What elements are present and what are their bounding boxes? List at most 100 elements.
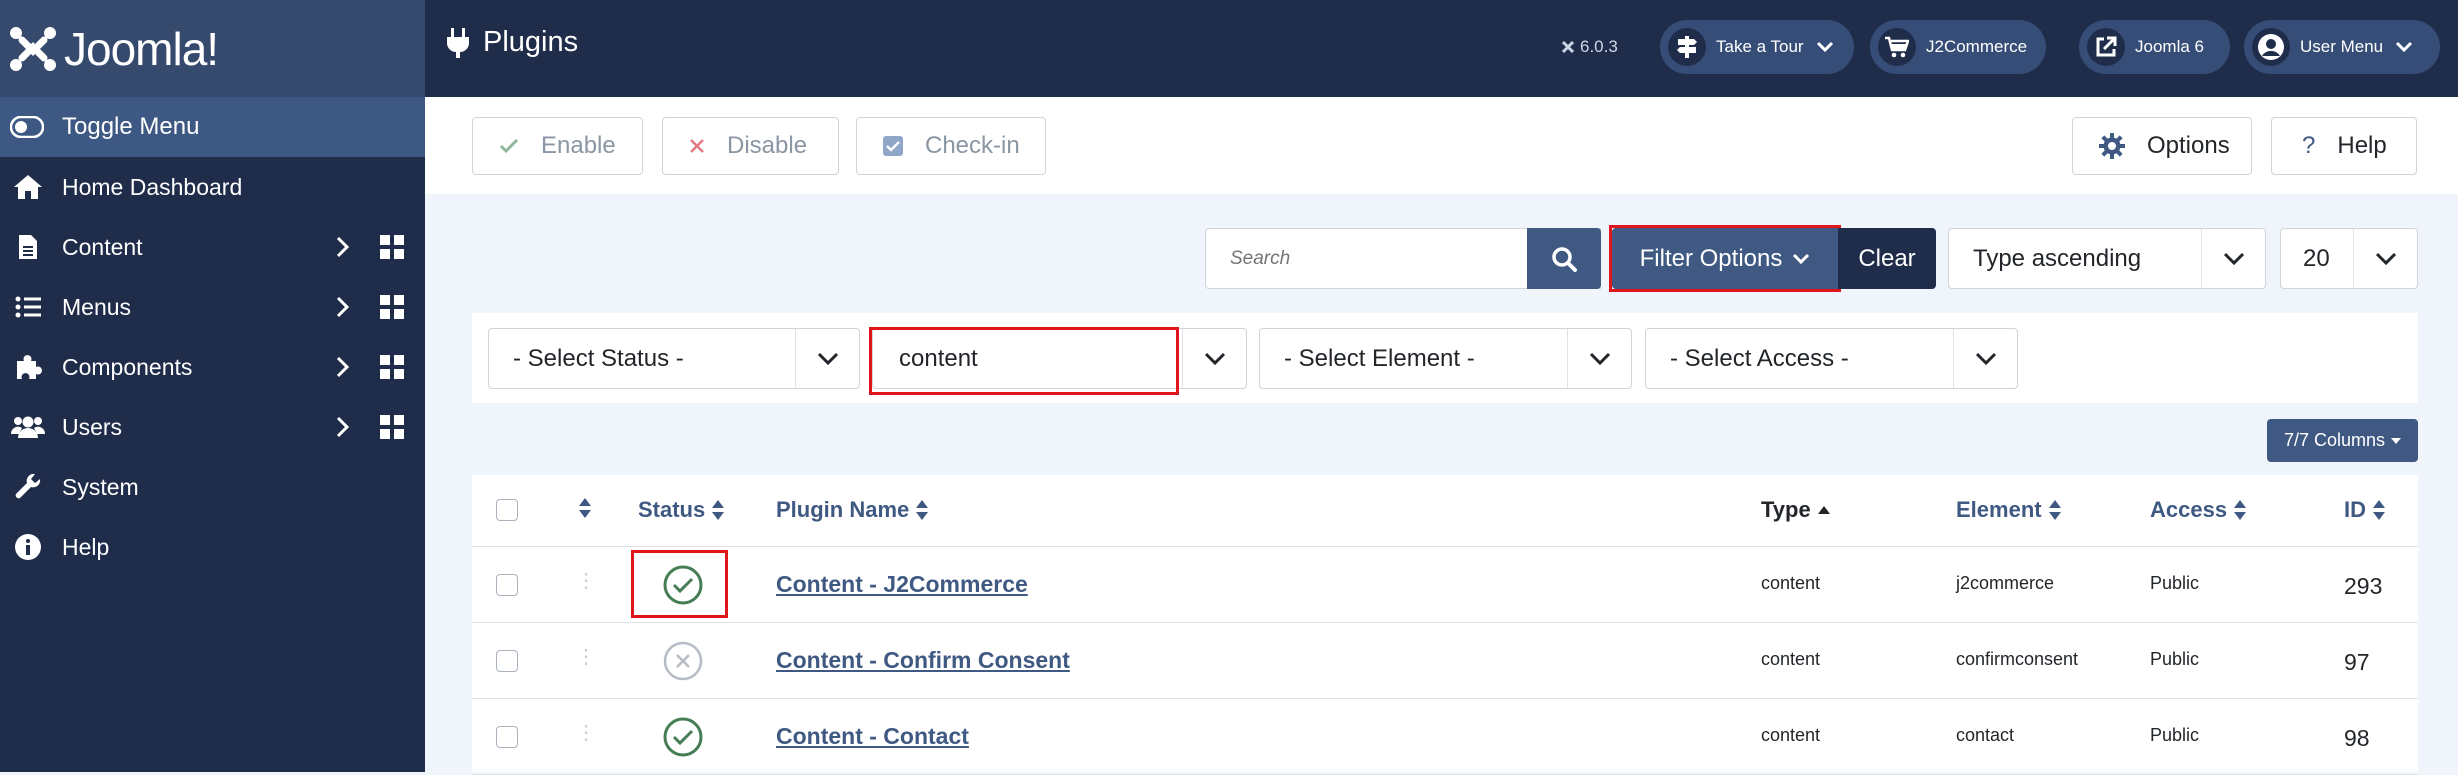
sidebar-item-components[interactable]: Components [0, 337, 425, 397]
drag-handle-icon[interactable]: ⋮ [576, 647, 596, 667]
check-icon [499, 138, 519, 154]
element-filter-select[interactable]: - Select Element - [1259, 328, 1632, 389]
list-icon [15, 296, 41, 318]
highlight-type-filter [869, 327, 1179, 395]
j2commerce-button[interactable]: J2Commerce [1870, 20, 2046, 74]
chevron-down-icon [1816, 41, 1833, 53]
access-cell: Public [2150, 573, 2200, 593]
question-icon: ? [2302, 132, 2316, 159]
drag-handle-icon[interactable]: ⋮ [576, 571, 596, 591]
id-cell: 97 [2344, 649, 2370, 675]
dashboard-grid-icon[interactable] [380, 415, 404, 439]
enabled-check-icon[interactable] [663, 717, 703, 757]
chevron-down-icon [2353, 229, 2417, 288]
disable-button[interactable]: Disable [662, 117, 839, 175]
sidebar-item-system[interactable]: System [0, 457, 425, 517]
chevron-right-icon[interactable] [332, 415, 352, 439]
clear-button[interactable]: Clear [1838, 228, 1936, 289]
chevron-right-icon[interactable] [332, 295, 352, 319]
row-checkbox[interactable] [496, 650, 518, 672]
chevron-right-icon[interactable] [332, 355, 352, 379]
sort-icon [2048, 500, 2061, 520]
chevron-down-icon [795, 329, 859, 388]
sidebar-item-users[interactable]: Users [0, 397, 425, 457]
id-header-label: ID [2344, 497, 2366, 522]
type-cell: content [1761, 649, 1821, 669]
sidebar-item-label: Home Dashboard [62, 173, 243, 200]
puzzle-icon [17, 355, 42, 379]
highlight-status-cell [631, 550, 728, 618]
sidebar-item-label: Users [62, 413, 123, 440]
sort-icon [2373, 500, 2385, 520]
dashboard-grid-icon[interactable] [380, 355, 404, 379]
brand-logo[interactable]: Joomla! [0, 0, 425, 97]
id-header[interactable]: ID [2344, 497, 2386, 523]
type-header[interactable]: Type [1761, 497, 1831, 523]
chevron-right-icon[interactable] [332, 235, 352, 259]
disabled-x-icon[interactable] [663, 641, 703, 681]
sidebar-item-home-dashboard[interactable]: Home Dashboard [0, 157, 425, 217]
element-header[interactable]: Element [1956, 497, 2062, 523]
search-button[interactable] [1527, 228, 1601, 289]
cart-icon [1885, 36, 1909, 58]
user-menu-button[interactable]: User Menu [2244, 20, 2440, 74]
check-square-icon [883, 136, 903, 156]
element-cell: contact [1956, 725, 2015, 745]
help-button[interactable]: ? Help [2271, 117, 2417, 175]
plugin-name-header[interactable]: Plugin Name [776, 497, 929, 523]
drag-handle-icon[interactable]: ⋮ [576, 723, 596, 743]
joomla-small-icon [1561, 40, 1575, 54]
row-checkbox[interactable] [496, 726, 518, 748]
element-cell: j2commerce [1956, 573, 2055, 593]
element-cell: confirmconsent [1956, 649, 2079, 669]
main-menu: Home Dashboard Content Menus Components … [0, 157, 425, 577]
chevron-down-icon [1182, 329, 1246, 388]
status-filter-select[interactable]: - Select Status - [488, 328, 860, 389]
enable-label: Enable [541, 132, 616, 159]
row-checkbox[interactable] [496, 574, 518, 596]
take-a-tour-button[interactable]: Take a Tour [1660, 20, 1854, 74]
enable-button[interactable]: Enable [472, 117, 643, 175]
check-in-label: Check-in [925, 132, 1020, 159]
columns-toggle-button[interactable]: 7/7 Columns [2267, 419, 2418, 462]
ordering-select[interactable]: Type ascending [1948, 228, 2266, 289]
element-filter-value: - Select Element - [1284, 344, 1475, 372]
options-label: Options [2147, 132, 2230, 159]
sort-asc-icon [1817, 506, 1830, 514]
highlight-filter-options [1609, 225, 1841, 292]
signpost-icon [1677, 36, 1697, 58]
plugin-name-link[interactable]: Content - Contact [776, 723, 969, 750]
plugin-name-link[interactable]: Content - Confirm Consent [776, 647, 1070, 674]
sidebar-item-help[interactable]: Help [0, 517, 425, 577]
toggle-menu-label: Toggle Menu [62, 113, 200, 140]
select-all-checkbox[interactable] [496, 499, 518, 521]
dashboard-grid-icon[interactable] [380, 295, 404, 319]
sidebar-item-content[interactable]: Content [0, 217, 425, 277]
limit-select[interactable]: 20 [2280, 228, 2418, 289]
dashboard-grid-icon[interactable] [380, 235, 404, 259]
toggle-icon [10, 116, 44, 138]
options-button[interactable]: Options [2072, 117, 2252, 175]
clear-label: Clear [1858, 244, 1916, 272]
status-header[interactable]: Status [638, 497, 725, 523]
plugin-name-link[interactable]: Content - J2Commerce [776, 571, 1028, 598]
j2commerce-label: J2Commerce [1926, 37, 2028, 56]
plugins-table: Status Plugin Name Type Element Access I… [472, 475, 2418, 775]
toggle-menu-button[interactable]: Toggle Menu [0, 97, 425, 157]
sidebar-item-label: Help [62, 533, 110, 560]
version-info: 6.0.3 [1560, 37, 1618, 57]
check-in-button[interactable]: Check-in [856, 117, 1046, 175]
top-header: Plugins 6.0.3 Take a Tour J2Commerce Joo… [425, 0, 2458, 97]
joomla6-label: Joomla 6 [2135, 37, 2204, 56]
table-header-row: Status Plugin Name Type Element Access I… [472, 475, 2418, 547]
help-label: Help [2337, 132, 2387, 159]
access-header[interactable]: Access [2150, 497, 2247, 523]
sidebar-item-label: Components [62, 353, 193, 380]
ordering-sort-header[interactable] [572, 497, 592, 519]
search-icon [1552, 246, 1577, 272]
x-icon [690, 139, 704, 153]
access-filter-select[interactable]: - Select Access - [1645, 328, 2018, 389]
joomla6-button[interactable]: Joomla 6 [2079, 20, 2230, 74]
table-row: ⋮ Content - J2Commerce content j2commerc… [472, 547, 2418, 623]
sidebar-item-menus[interactable]: Menus [0, 277, 425, 337]
